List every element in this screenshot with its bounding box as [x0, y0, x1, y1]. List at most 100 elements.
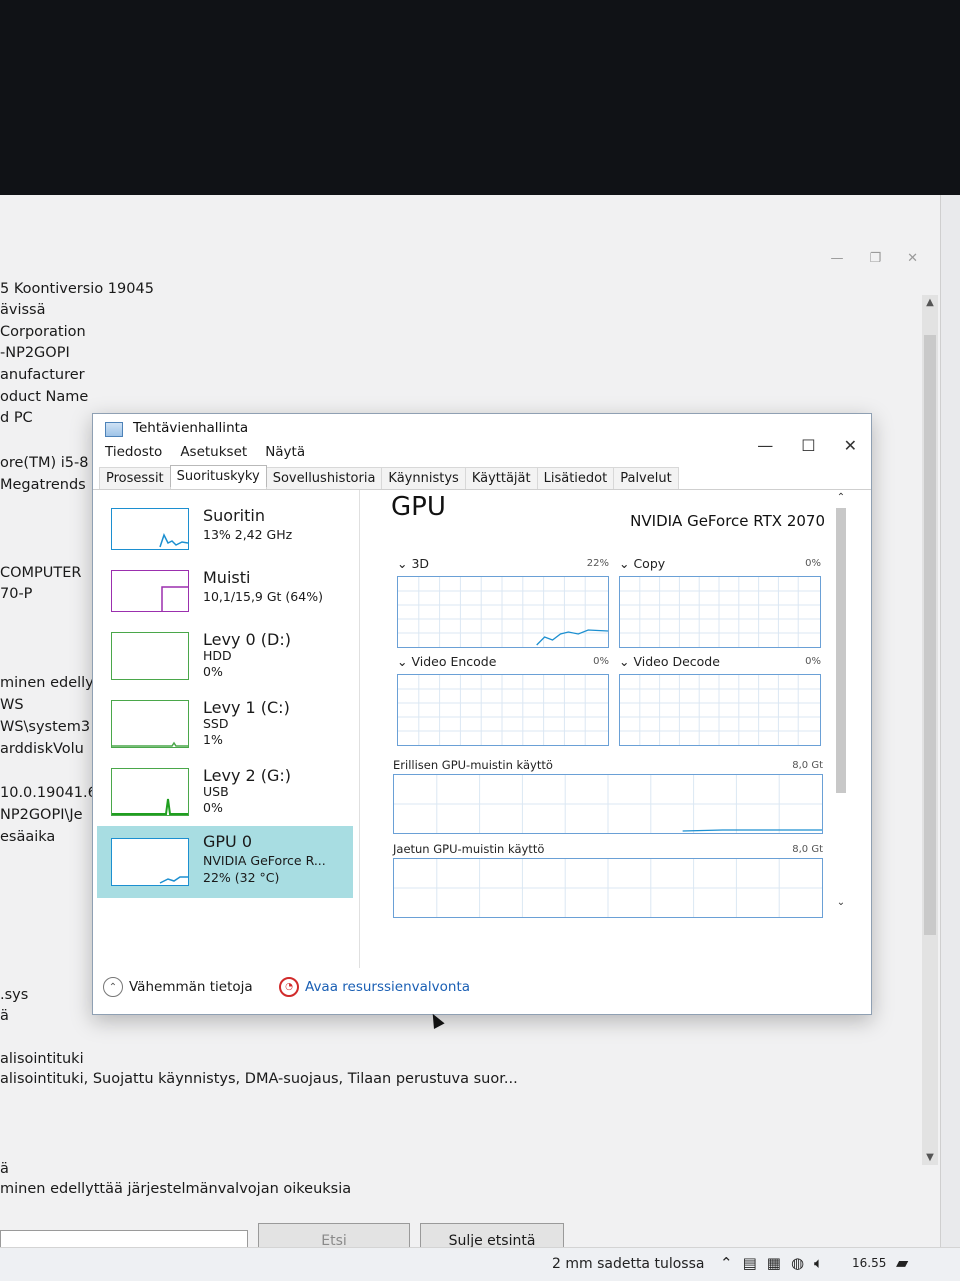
scroll-down-icon[interactable]: ⌄ — [833, 897, 849, 908]
memory-graph — [393, 858, 823, 918]
notification-icon[interactable]: ▰ — [896, 1253, 908, 1272]
sidebar-item-memory[interactable]: Muisti 10,1/15,9 Gt (64%) — [97, 562, 353, 628]
close-icon[interactable]: ✕ — [907, 251, 918, 266]
task-manager-window: Tehtävienhallinta — ☐ ✕ Tiedosto Asetuks… — [92, 413, 872, 1015]
info-line: WS\system3 — [0, 719, 91, 735]
sidebar-item-label: Muisti — [203, 568, 251, 587]
info-line: esäaika — [0, 829, 56, 845]
chevron-up-icon: ⌃ — [103, 977, 123, 997]
info-line: minen edelly — [0, 675, 94, 691]
title-bar[interactable]: Tehtävienhallinta — ☐ ✕ — [93, 414, 871, 455]
engine-label: Video Decode — [633, 654, 720, 669]
sidebar-item-value: 10,1/15,9 Gt (64%) — [203, 589, 323, 604]
sidebar-item-type: HDD — [203, 648, 232, 663]
info-line: WS — [0, 697, 24, 713]
menu-file[interactable]: Tiedosto — [105, 444, 162, 460]
cpu-mini-graph — [111, 508, 189, 550]
task-manager-icon — [105, 422, 123, 437]
detail-scrollbar[interactable]: ⌃ ⌄ — [833, 490, 849, 910]
sidebar-item-disk-0[interactable]: Levy 0 (D:) HDD 0% — [97, 624, 353, 690]
engine-header[interactable]: ⌄ Video Encode 0% — [397, 654, 609, 669]
sidebar-item-label: Levy 2 (G:) — [203, 766, 292, 785]
graph-label: Jaetun GPU-muistin käyttö — [393, 842, 545, 856]
scroll-down-icon[interactable]: ▼ — [922, 1152, 938, 1163]
tab-performance[interactable]: Suorituskyky — [169, 465, 267, 487]
memory-mini-graph — [111, 570, 189, 612]
clock[interactable]: 16.55 — [852, 1256, 886, 1270]
graph-max: 8,0 Gt — [792, 760, 823, 771]
menu-options[interactable]: Asetukset — [180, 444, 247, 460]
window-title: Tehtävienhallinta — [133, 420, 249, 436]
open-resource-monitor-label: Avaa resurssienvalvonta — [305, 979, 471, 995]
tab-processes[interactable]: Prosessit — [99, 467, 171, 489]
open-resource-monitor-link[interactable]: ◔ Avaa resurssienvalvonta — [279, 977, 470, 997]
menu-view[interactable]: Näytä — [265, 444, 305, 460]
sidebar-item-gpu-0[interactable]: GPU 0 NVIDIA GeForce R... 22% (32 °C) — [97, 826, 353, 898]
resource-monitor-icon: ◔ — [279, 977, 299, 997]
disk-mini-graph — [111, 700, 189, 748]
tab-details[interactable]: Lisätiedot — [536, 467, 615, 489]
disk-mini-graph — [111, 632, 189, 680]
resource-list: Suoritin 13% 2,42 GHz Muisti 10,1/15,9 G… — [93, 490, 360, 968]
menu-bar: Tiedosto Asetukset Näytä — [105, 444, 305, 460]
info-line: oduct Name — [0, 389, 89, 405]
minimize-icon[interactable]: — — [757, 436, 773, 455]
scroll-thumb[interactable] — [924, 335, 936, 935]
sidebar-item-disk-1[interactable]: Levy 1 (C:) SSD 1% — [97, 692, 353, 758]
system-tray: ⌃ ▤ ▦ ◍ 🔈︎ — [720, 1254, 823, 1272]
globe-icon[interactable]: ◍ — [791, 1254, 804, 1272]
restore-icon[interactable]: ❐ — [869, 251, 881, 266]
engine-header[interactable]: ⌄ Video Decode 0% — [619, 654, 821, 669]
chevron-down-icon: ⌄ — [619, 654, 634, 669]
engine-graph-copy: ⌄ Copy 0% — [619, 556, 821, 648]
graph-label: Erillisen GPU-muistin käyttö — [393, 758, 553, 772]
fewer-details-button[interactable]: ⌃ Vähemmän tietoja — [103, 977, 253, 997]
desktop-screen: — ❐ ✕ 5 Koontiversio 19045 ävissä Corpor… — [0, 195, 960, 1281]
info-line: ävissä — [0, 302, 46, 318]
close-icon[interactable]: ✕ — [844, 436, 857, 455]
volume-icon[interactable]: 🔈︎ — [814, 1254, 823, 1272]
sidebar-item-label: GPU 0 — [203, 832, 253, 851]
maximize-icon[interactable]: ☐ — [801, 436, 815, 455]
minimize-icon[interactable]: — — [830, 251, 843, 266]
tab-services[interactable]: Palvelut — [613, 467, 679, 489]
display-icon[interactable]: ▦ — [767, 1254, 781, 1272]
sidebar-item-value: 1% — [203, 732, 223, 747]
info-line: ä — [0, 1161, 9, 1177]
info-line: minen edellyttää järjestelmänvalvojan oi… — [0, 1181, 352, 1197]
sidebar-item-type: SSD — [203, 716, 229, 731]
engine-graph — [619, 576, 821, 648]
network-icon[interactable]: ▤ — [743, 1254, 757, 1272]
info-line: ore(TM) i5-8 — [0, 455, 89, 471]
engine-header[interactable]: ⌄ 3D 22% — [397, 556, 609, 571]
chevron-down-icon: ⌄ — [397, 654, 412, 669]
engine-percent: 0% — [805, 656, 821, 667]
sidebar-item-model: NVIDIA GeForce R... — [203, 853, 326, 868]
sidebar-item-disk-2[interactable]: Levy 2 (G:) USB 0% — [97, 760, 353, 826]
search-bar: Etsi Sulje etsintä — [0, 1201, 940, 1259]
gpu-model-name: NVIDIA GeForce RTX 2070 — [630, 512, 825, 530]
engine-header[interactable]: ⌄ Copy 0% — [619, 556, 821, 571]
info-line: Corporation — [0, 324, 86, 340]
scroll-up-icon[interactable]: ▲ — [922, 297, 938, 308]
chevron-up-icon[interactable]: ⌃ — [720, 1254, 733, 1272]
sidebar-item-label: Levy 1 (C:) — [203, 698, 290, 717]
engine-graph-3d: ⌄ 3D 22% — [397, 556, 609, 648]
graph-header: Erillisen GPU-muistin käyttö 8,0 Gt — [393, 758, 823, 772]
tab-startup[interactable]: Käynnistys — [381, 467, 466, 489]
tab-bar: Prosessit Suorituskyky Sovellushistoria … — [99, 465, 679, 489]
weather-widget[interactable]: 2 mm sadetta tulossa — [552, 1256, 704, 1272]
graph-max: 8,0 Gt — [792, 844, 823, 855]
info-line: alisointituki — [0, 1051, 84, 1067]
info-line: 10.0.19041.6 — [0, 785, 97, 801]
tab-app-history[interactable]: Sovellushistoria — [265, 467, 383, 489]
scroll-thumb[interactable] — [836, 508, 846, 793]
tab-users[interactable]: Käyttäjät — [464, 467, 538, 489]
info-line: COMPUTER — [0, 565, 82, 581]
engine-label: Copy — [633, 556, 666, 571]
sysinfo-scrollbar[interactable]: ▲ ▼ — [922, 295, 938, 1165]
sidebar-item-cpu[interactable]: Suoritin 13% 2,42 GHz — [97, 500, 353, 566]
scroll-up-icon[interactable]: ⌃ — [833, 492, 849, 503]
disk-mini-graph — [111, 768, 189, 816]
engine-graph-video-decode: ⌄ Video Decode 0% — [619, 654, 821, 750]
